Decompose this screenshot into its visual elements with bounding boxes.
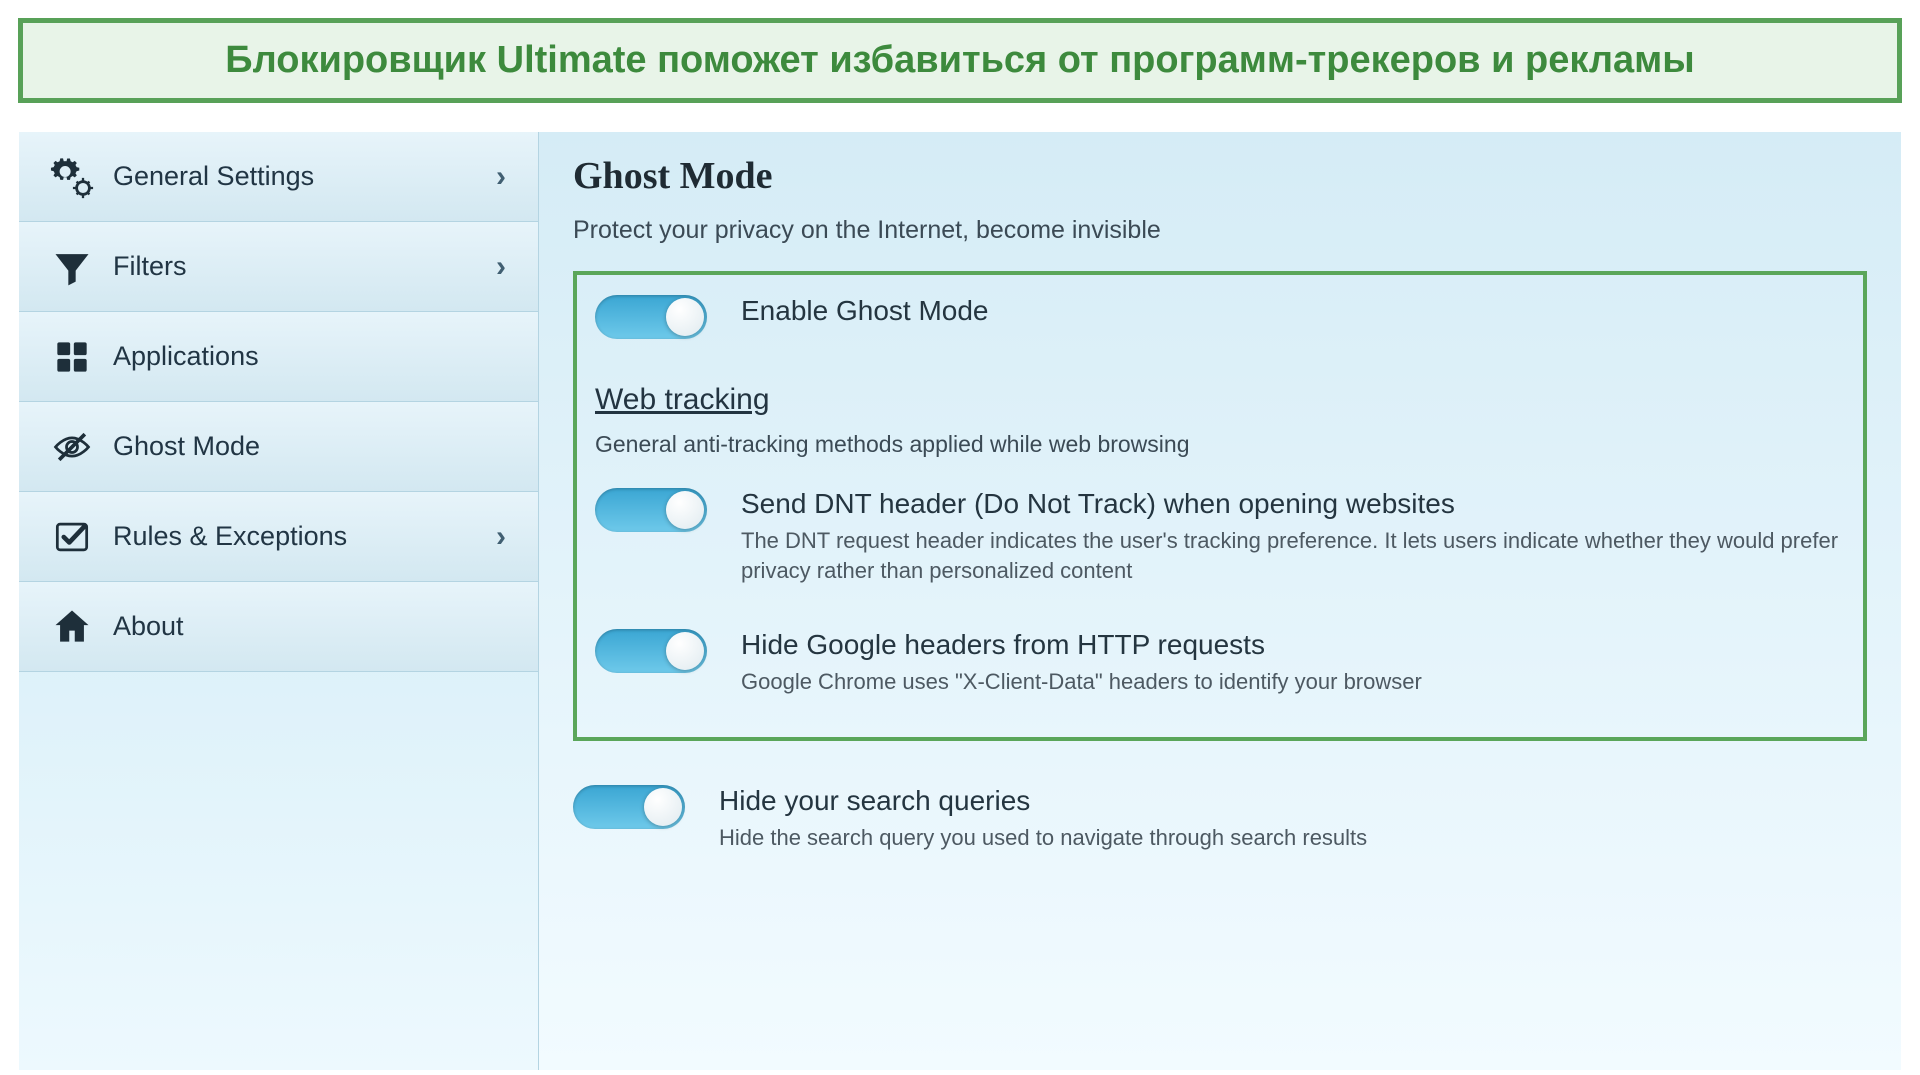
check-icon bbox=[41, 515, 103, 559]
section-subheading: General anti-tracking methods applied wh… bbox=[595, 431, 1845, 458]
toggle-label: Hide your search queries bbox=[719, 785, 1867, 817]
sidebar-item-label: Filters bbox=[103, 251, 486, 282]
enable-ghost-mode-toggle[interactable] bbox=[595, 295, 707, 339]
sidebar-item-general-settings[interactable]: General Settings › bbox=[19, 132, 538, 222]
search-queries-toggle[interactable] bbox=[573, 785, 685, 829]
sidebar-item-filters[interactable]: Filters › bbox=[19, 222, 538, 312]
sidebar-item-label: General Settings bbox=[103, 161, 486, 192]
toggle-label: Enable Ghost Mode bbox=[741, 295, 1845, 327]
sidebar-item-label: Rules & Exceptions bbox=[103, 521, 486, 552]
eye-slash-icon bbox=[41, 425, 103, 469]
chevron-right-icon: › bbox=[486, 250, 516, 284]
search-queries-row: Hide your search queries Hide the search… bbox=[573, 785, 1867, 853]
main-panel: Ghost Mode Protect your privacy on the I… bbox=[539, 132, 1901, 1070]
chevron-right-icon: › bbox=[486, 520, 516, 554]
toggle-label: Send DNT header (Do Not Track) when open… bbox=[741, 488, 1845, 520]
home-icon bbox=[41, 605, 103, 649]
sidebar-item-label: About bbox=[103, 611, 516, 642]
sidebar-item-applications[interactable]: Applications bbox=[19, 312, 538, 402]
funnel-icon bbox=[41, 245, 103, 289]
sidebar-item-ghost-mode[interactable]: Ghost Mode bbox=[19, 402, 538, 492]
dnt-toggle[interactable] bbox=[595, 488, 707, 532]
annotation-text: Блокировщик Ultimate поможет избавиться … bbox=[225, 39, 1694, 81]
toggle-description: Google Chrome uses "X-Client-Data" heade… bbox=[741, 667, 1845, 697]
page-title: Ghost Mode bbox=[573, 154, 1867, 198]
sidebar-item-label: Ghost Mode bbox=[103, 431, 516, 462]
toggle-description: The DNT request header indicates the use… bbox=[741, 526, 1845, 585]
toggle-description: Hide the search query you used to naviga… bbox=[719, 823, 1867, 853]
sidebar: General Settings › Filters › Application… bbox=[19, 132, 539, 1070]
section-heading: Web tracking bbox=[595, 383, 1845, 417]
chevron-right-icon: › bbox=[486, 160, 516, 194]
enable-ghost-mode-row: Enable Ghost Mode bbox=[595, 295, 1845, 339]
dnt-row: Send DNT header (Do Not Track) when open… bbox=[595, 488, 1845, 585]
app-window: General Settings › Filters › Application… bbox=[18, 131, 1902, 1071]
apps-icon bbox=[41, 335, 103, 379]
web-tracking-section: Web tracking General anti-tracking metho… bbox=[595, 383, 1845, 458]
page-subtitle: Protect your privacy on the Internet, be… bbox=[573, 216, 1867, 245]
gears-icon bbox=[41, 155, 103, 199]
highlight-box: Enable Ghost Mode Web tracking General a… bbox=[573, 271, 1867, 741]
toggle-label: Hide Google headers from HTTP requests bbox=[741, 629, 1845, 661]
sidebar-item-about[interactable]: About bbox=[19, 582, 538, 672]
google-headers-row: Hide Google headers from HTTP requests G… bbox=[595, 629, 1845, 697]
sidebar-item-rules-exceptions[interactable]: Rules & Exceptions › bbox=[19, 492, 538, 582]
annotation-banner: Блокировщик Ultimate поможет избавиться … bbox=[18, 18, 1902, 103]
sidebar-item-label: Applications bbox=[103, 341, 516, 372]
google-headers-toggle[interactable] bbox=[595, 629, 707, 673]
